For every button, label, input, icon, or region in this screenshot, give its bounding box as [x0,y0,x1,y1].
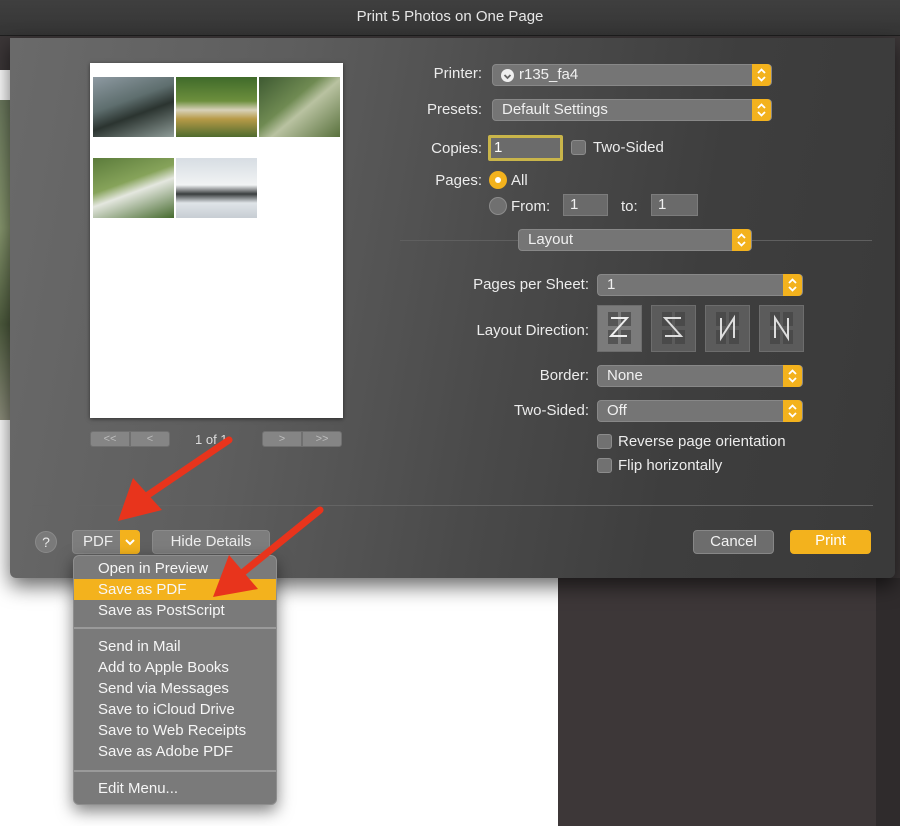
reverse-orientation-label: Reverse page orientation [618,433,786,450]
menu-item-send-in-mail[interactable]: Send in Mail [74,636,276,657]
help-button[interactable]: ? [35,531,57,553]
border-stepper-icon [783,365,802,387]
pages-from-field[interactable]: 1 [563,194,608,216]
footer-divider [33,505,873,506]
page-preview [90,63,343,418]
cancel-button[interactable]: Cancel [693,530,774,554]
border-value: None [607,367,643,384]
pages-per-sheet-label: Pages per Sheet: [473,276,589,293]
direction-n-icon[interactable] [705,305,750,352]
first-page-button[interactable]: << [90,431,130,447]
pages-to-label: to: [621,198,638,215]
printer-popup[interactable]: r135_fa4 [492,64,772,86]
presets-value: Default Settings [502,101,608,118]
background-photo-strip [0,100,10,420]
previous-page-button[interactable]: < [130,431,170,447]
hide-details-button[interactable]: Hide Details [152,530,270,554]
pages-per-sheet-popup[interactable]: 1 [597,274,803,296]
two-sided-stepper-icon [783,400,802,422]
presets-label: Presets: [426,101,482,118]
copies-label: Copies: [431,140,482,157]
pdf-button-label: PDF [83,533,113,550]
pages-per-sheet-stepper-icon [783,274,802,296]
next-page-button[interactable]: > [262,431,302,447]
pages-per-sheet-value: 1 [607,276,616,293]
pages-all-radio[interactable] [489,171,507,189]
pdf-dropdown-menu: Open in Preview Save as PDF Save as Post… [73,555,277,805]
print-button[interactable]: Print [790,530,871,554]
pdf-menu-button[interactable]: PDF [72,530,140,554]
pages-to-field[interactable]: 1 [651,194,698,216]
pages-from-radio[interactable] [489,197,507,215]
print-sheet: << < 1 of 1 > >> Printer: r135_fa4 Prese… [10,38,895,578]
printer-stepper-icon [752,64,771,86]
two-sided-label: Two-Sided [593,139,664,156]
heron-grass-photo [93,158,174,218]
border-label: Border: [539,367,589,384]
pond-scene-photo [176,77,257,137]
printer-value: r135_fa4 [519,66,579,83]
section-value: Layout [528,231,574,248]
flip-horizontally-label: Flip horizontally [618,457,723,474]
menu-item-save-as-postscript[interactable]: Save as PostScript [74,600,276,621]
menu-item-save-to-icloud-drive[interactable]: Save to iCloud Drive [74,699,276,720]
section-stepper-icon [732,229,751,251]
page-count-label: 1 of 1 [195,432,228,447]
snow-pond-photo [176,158,257,218]
menu-separator [74,627,276,629]
reverse-orientation-checkbox[interactable] [597,434,612,449]
direction-reverse-z-icon[interactable] [651,305,696,352]
two-sided-value: Off [607,402,627,419]
presets-stepper-icon [752,99,771,121]
window-title: Print 5 Photos on One Page [0,0,900,36]
copies-input[interactable]: 1 [488,135,563,161]
menu-item-add-to-apple-books[interactable]: Add to Apple Books [74,657,276,678]
background-panel [558,578,900,826]
last-page-button[interactable]: >> [302,431,342,447]
two-sided-popup-label: Two-Sided: [513,402,589,419]
pages-all-label: All [511,172,528,189]
presets-popup[interactable]: Default Settings [492,99,772,121]
background-scroll-edge [876,578,900,826]
heron-on-rock-photo [93,77,174,137]
direction-z-icon[interactable] [597,305,642,352]
chevron-down-icon [120,530,140,554]
direction-reverse-n-icon[interactable] [759,305,804,352]
menu-item-send-via-messages[interactable]: Send via Messages [74,678,276,699]
menu-item-save-as-adobe-pdf[interactable]: Save as Adobe PDF [74,741,276,762]
menu-item-open-in-preview[interactable]: Open in Preview [74,558,276,579]
heron-portrait-photo [259,77,340,137]
printer-status-icon [501,69,514,82]
two-sided-checkbox[interactable] [571,140,586,155]
flip-horizontally-checkbox[interactable] [597,458,612,473]
menu-item-save-to-web-receipts[interactable]: Save to Web Receipts [74,720,276,741]
layout-direction-label: Layout Direction: [476,322,589,339]
menu-item-edit-menu[interactable]: Edit Menu... [74,778,276,799]
preview-pager: << < 1 of 1 > >> [90,431,343,449]
menu-separator [74,770,276,772]
menu-item-save-as-pdf[interactable]: Save as PDF [74,579,276,600]
border-popup[interactable]: None [597,365,803,387]
pages-from-label: From: [511,198,551,215]
printer-label: Printer: [433,65,482,82]
pages-label: Pages: [435,172,482,189]
section-popup[interactable]: Layout [518,229,752,251]
two-sided-popup[interactable]: Off [597,400,803,422]
